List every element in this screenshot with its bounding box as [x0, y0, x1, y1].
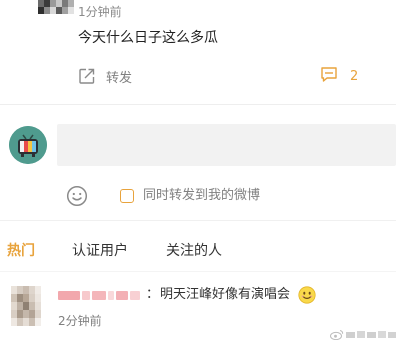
- smile-emoji-icon: [298, 286, 316, 304]
- repost-label: 转发: [106, 70, 133, 86]
- divider: [0, 104, 396, 105]
- divider: [0, 271, 396, 272]
- comment-timestamp: 2分钟前: [58, 314, 102, 328]
- divider: [0, 220, 396, 221]
- watermark: [330, 329, 396, 340]
- tab-hot[interactable]: 热门: [7, 241, 35, 261]
- commenter-name[interactable]: [58, 288, 140, 302]
- comment-separator: ：: [146, 287, 160, 302]
- post-author-avatar[interactable]: [38, 0, 74, 14]
- comment-input[interactable]: [57, 124, 396, 166]
- watermark-handle: [346, 331, 396, 338]
- commenter-avatar[interactable]: [11, 286, 41, 326]
- tab-verified-users[interactable]: 认证用户: [72, 241, 128, 261]
- repost-icon: [78, 67, 96, 85]
- post-timestamp: 1分钟前: [78, 5, 122, 19]
- comment-count: 2: [350, 68, 359, 84]
- tv-avatar-icon: [9, 126, 47, 164]
- comment-icon: [320, 65, 338, 87]
- weibo-logo-icon: [330, 330, 344, 340]
- post-text: 今天什么日子这么多瓜: [78, 30, 218, 46]
- tab-following[interactable]: 关注的人: [166, 241, 222, 261]
- comment-button[interactable]: 2: [320, 66, 358, 86]
- my-avatar[interactable]: [9, 126, 47, 164]
- comment-text: 明天汪峰好像有演唱会: [160, 287, 291, 302]
- repost-option-label[interactable]: 同时转发到我的微博: [143, 187, 260, 205]
- repost-button[interactable]: 转发: [78, 66, 132, 86]
- checkbox-icon[interactable]: [120, 189, 134, 203]
- emoji-face-icon[interactable]: [66, 185, 88, 207]
